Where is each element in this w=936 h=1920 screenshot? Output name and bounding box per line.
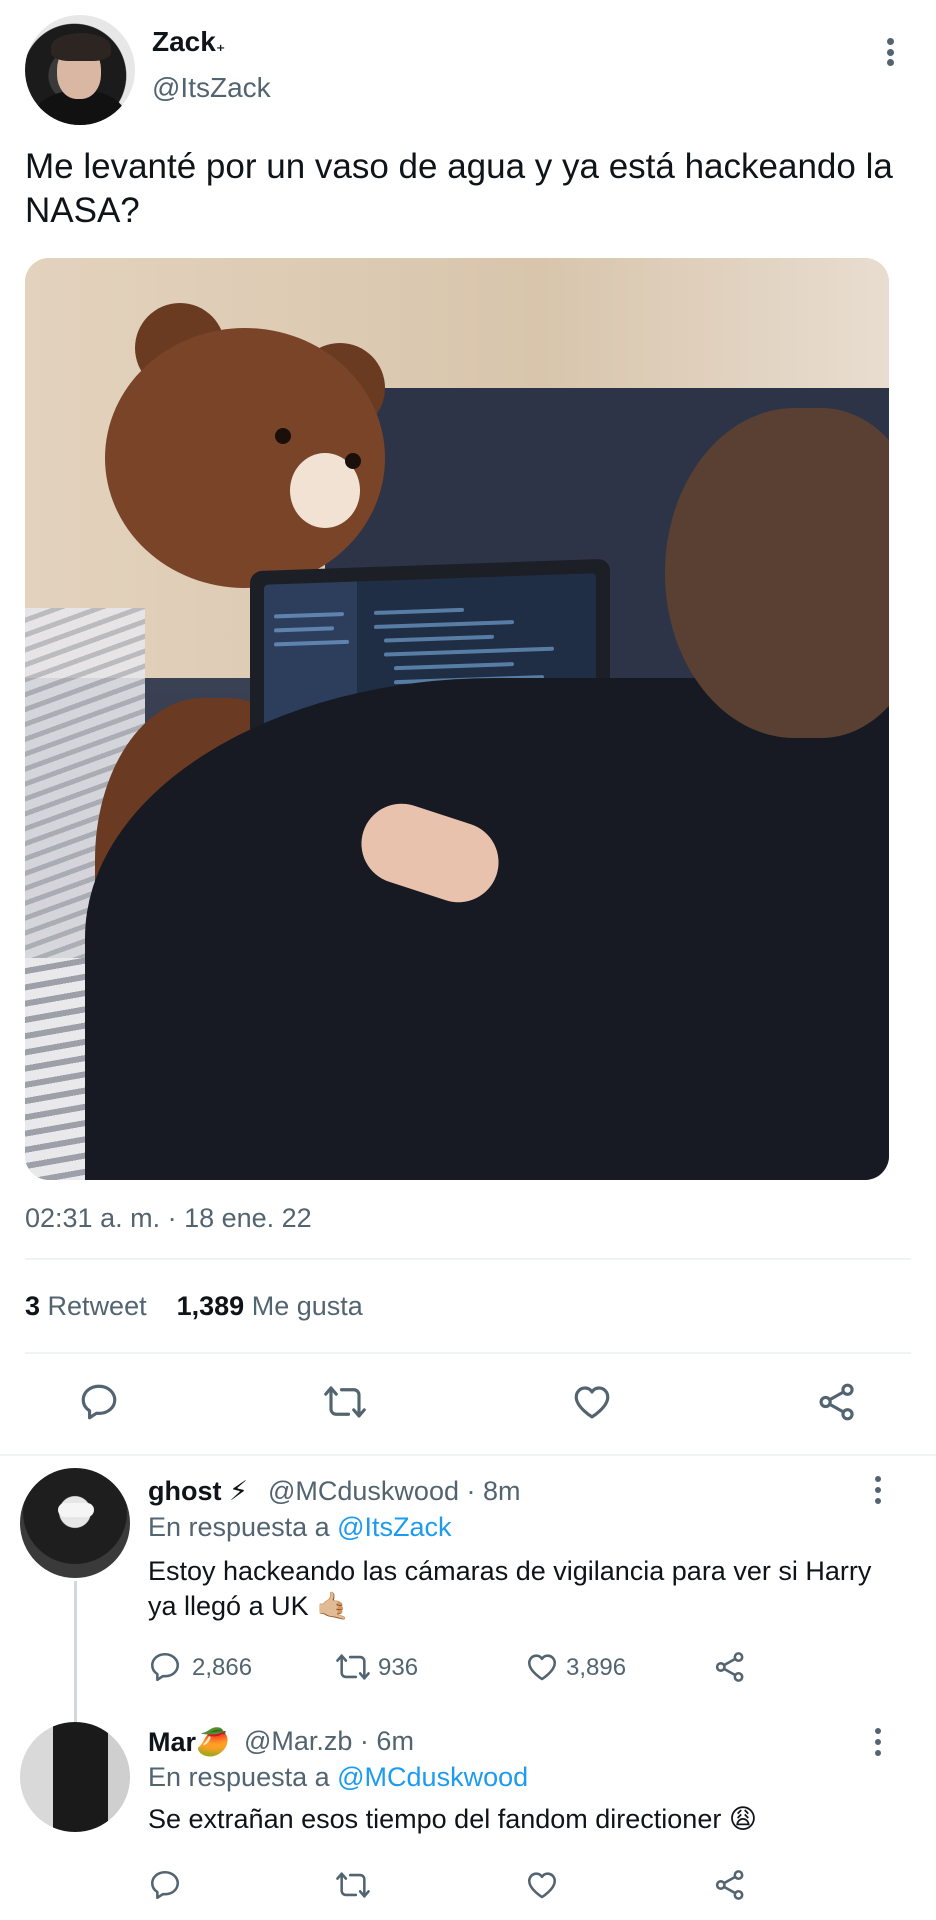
name-emoji: 🥭 [196, 1727, 230, 1757]
like-icon[interactable] [570, 1381, 614, 1423]
replying-label: En respuesta a [148, 1762, 330, 1792]
name-emoji: ⚡︎ [229, 1476, 248, 1506]
photo-bear-eye [275, 428, 291, 444]
reply-avatar[interactable] [20, 1722, 130, 1832]
dot-icon [886, 38, 894, 45]
tweet-text: Me levanté por un vaso de agua y ya está… [25, 147, 893, 230]
reply-icon[interactable] [148, 1868, 182, 1902]
avatar-mask-shape [58, 1503, 94, 1517]
reply-author-name[interactable]: ghost ⚡︎ [148, 1476, 248, 1507]
reply-handle-time[interactable]: @Mar.zb · 6m [244, 1726, 414, 1757]
share-icon[interactable] [712, 1868, 748, 1902]
author-badge: ₊ [215, 35, 226, 55]
dot-icon [886, 48, 894, 56]
retweet-icon[interactable] [334, 1868, 372, 1902]
reply-icon[interactable] [78, 1381, 120, 1423]
dot-icon [886, 59, 894, 66]
retweets-label: Retweet [47, 1291, 147, 1321]
replying-label: En respuesta a [148, 1512, 330, 1542]
avatar-hair-shape [51, 33, 111, 61]
likes-count: 1,389 [176, 1291, 245, 1321]
reply-text: Se extrañan esos tiempo del fandom direc… [148, 1804, 757, 1834]
like-icon[interactable] [524, 1868, 560, 1902]
author-name-text: Zack [152, 26, 216, 57]
reply-actions: 2,866 936 3,896 [0, 1648, 936, 1688]
reply-author-name[interactable]: Mar🥭 [148, 1726, 230, 1758]
dot-icon [875, 1728, 881, 1734]
author-avatar[interactable] [25, 15, 135, 125]
reply-handle-time[interactable]: @MCduskwood · 8m [268, 1476, 520, 1507]
tweet-actions [0, 1375, 936, 1429]
reply-name-text: ghost [148, 1476, 222, 1506]
author-name[interactable]: Zack₊ [152, 26, 225, 58]
dot-icon [875, 1476, 881, 1482]
reply-text: Estoy hackeando las cámaras de vigilanci… [148, 1556, 872, 1621]
retweets-count: 3 [25, 1291, 41, 1321]
likes-label: Me gusta [251, 1291, 363, 1321]
retweet-count: 936 [378, 1654, 419, 1681]
share-icon[interactable] [815, 1381, 859, 1423]
reply-tweet[interactable]: ghost ⚡︎ @MCduskwood · 8m En respuesta a… [0, 1456, 936, 1731]
dot-icon [875, 1750, 881, 1756]
reply-avatar[interactable] [20, 1468, 130, 1578]
dot-icon [875, 1739, 881, 1745]
retweet-icon[interactable] [322, 1381, 368, 1423]
tweet-stats: 3 Retweet 1,389 Me gusta [25, 1291, 363, 1322]
replying-to-link[interactable]: @ItsZack [337, 1512, 451, 1542]
author-handle[interactable]: @ItsZack [152, 72, 271, 104]
likes-stat[interactable]: 1,389 Me gusta [177, 1291, 363, 1321]
like-icon[interactable] [524, 1650, 560, 1684]
reply-count: 2,866 [192, 1654, 253, 1681]
reply-actions [0, 1866, 936, 1906]
photo-person [85, 678, 889, 1180]
reply-name-text: Mar [148, 1727, 197, 1757]
more-options-button[interactable] [868, 1476, 888, 1504]
tweet-media-photo[interactable] [25, 258, 889, 1180]
replying-to: En respuesta a @MCduskwood [148, 1762, 528, 1793]
reply-tweet[interactable]: Mar🥭 @Mar.zb · 6m En respuesta a @MCdusk… [0, 1716, 936, 1920]
dot-icon [875, 1498, 881, 1504]
retweets-stat[interactable]: 3 Retweet [25, 1291, 147, 1321]
divider [25, 1352, 911, 1354]
like-count: 3,896 [566, 1654, 627, 1681]
share-icon[interactable] [712, 1650, 748, 1684]
divider [25, 1258, 911, 1260]
more-options-button[interactable] [868, 1728, 888, 1756]
retweet-icon[interactable] [334, 1650, 372, 1684]
tweet-timestamp[interactable]: 02:31 a. m. · 18 ene. 22 [25, 1203, 312, 1234]
replying-to: En respuesta a @ItsZack [148, 1512, 452, 1543]
reply-icon[interactable] [148, 1650, 182, 1684]
more-options-button[interactable] [872, 34, 908, 70]
photo-bear-eye [345, 453, 361, 469]
replying-to-link[interactable]: @MCduskwood [337, 1762, 528, 1792]
dot-icon [875, 1487, 881, 1493]
